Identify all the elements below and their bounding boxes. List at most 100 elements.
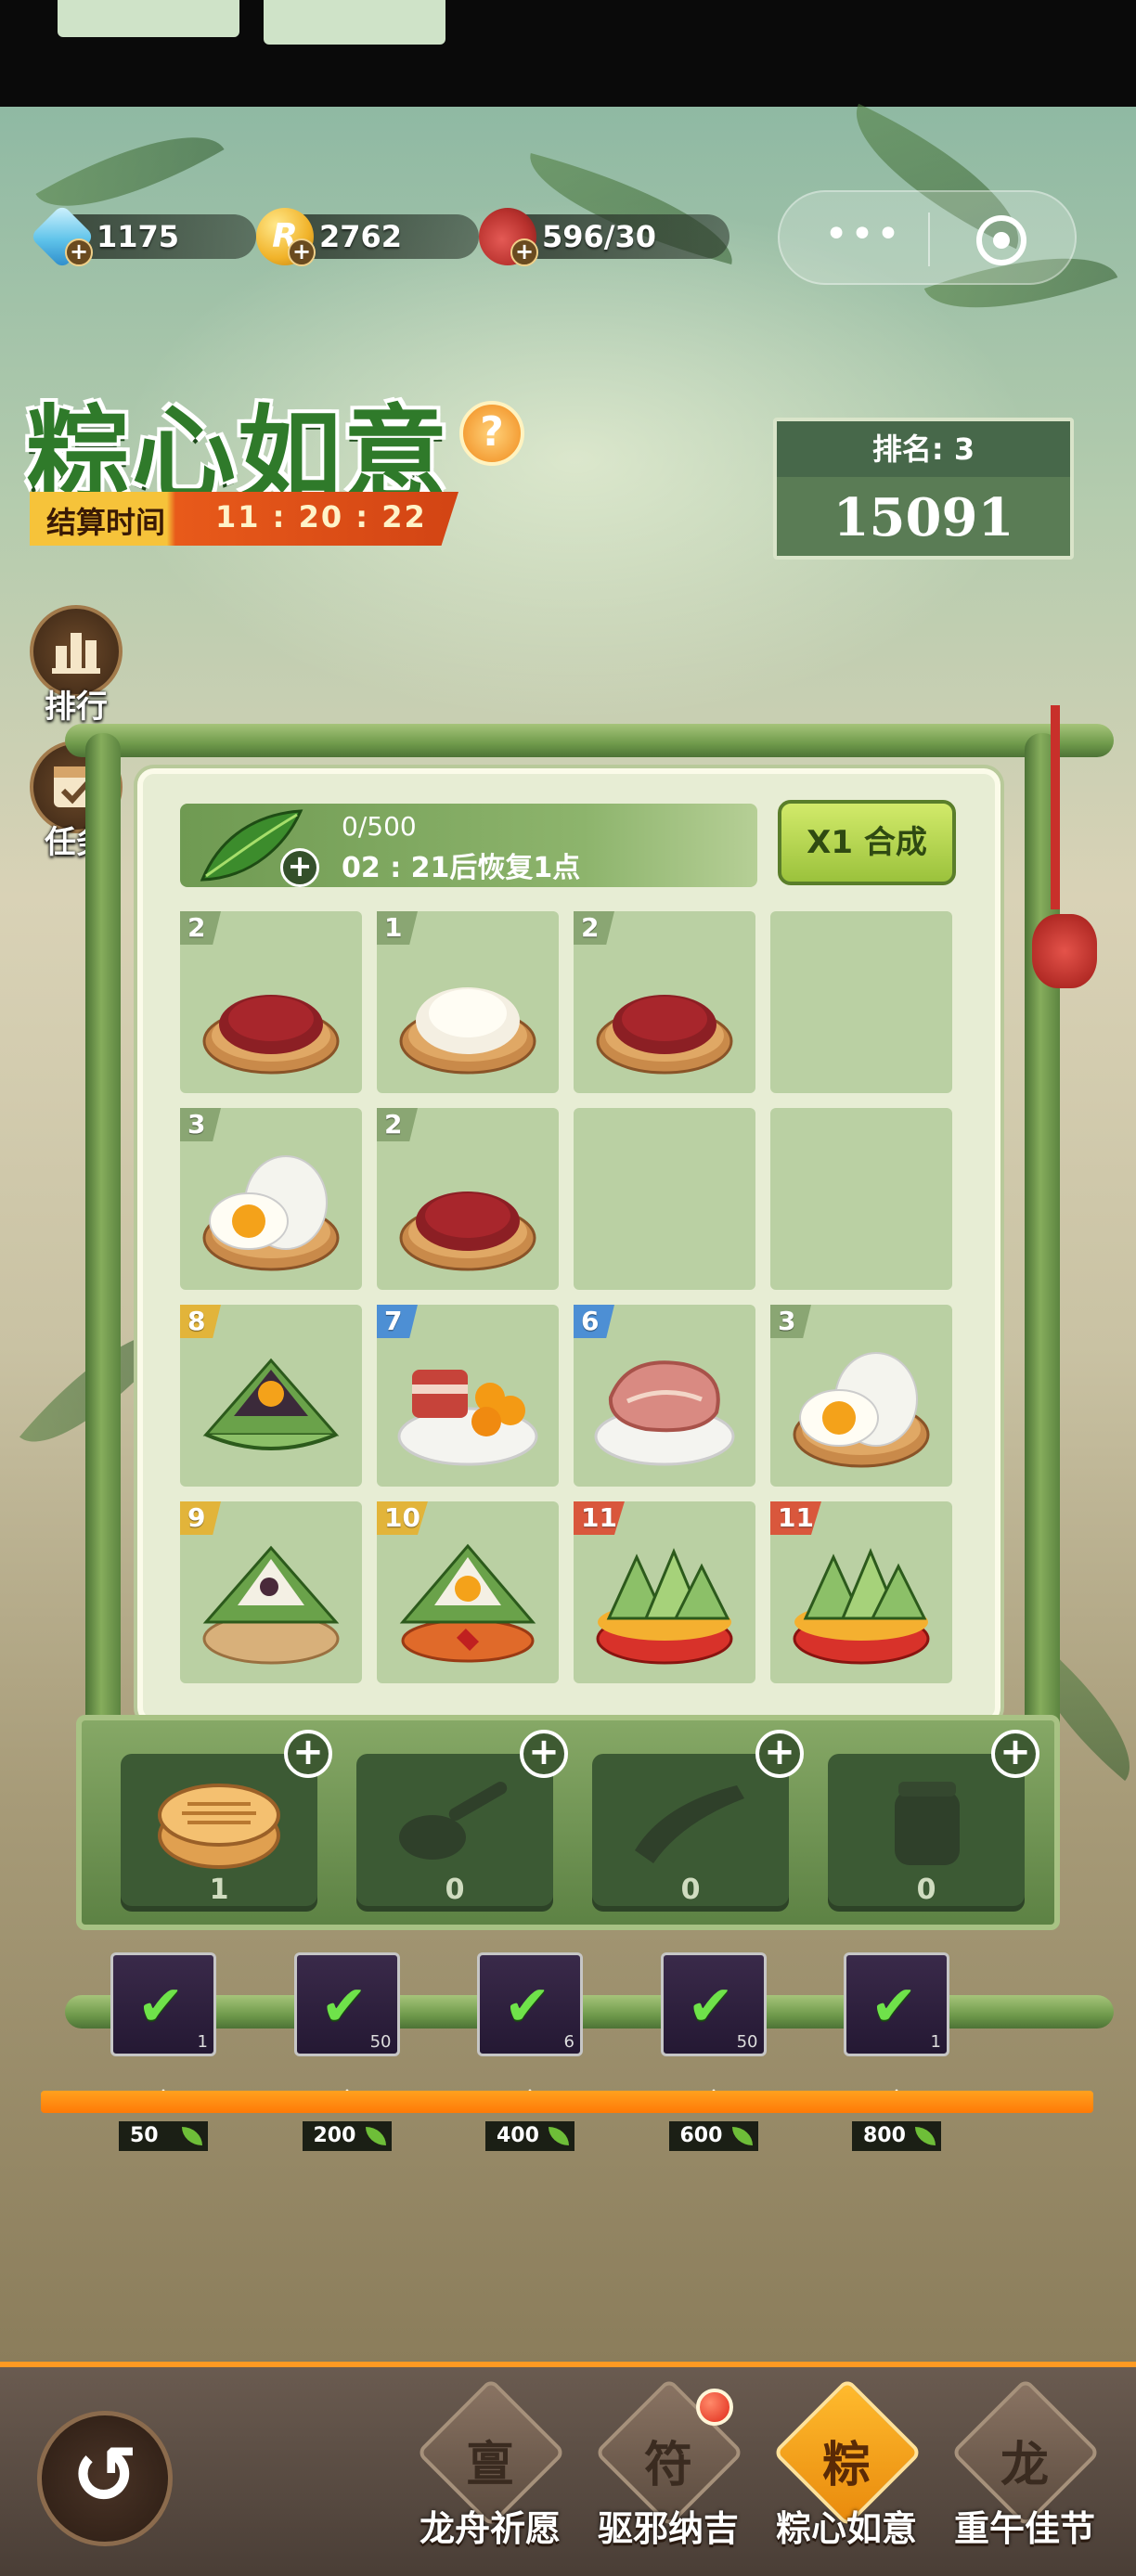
- diamond-counter[interactable]: + 1175: [29, 203, 256, 270]
- nav-emblem-icon: 龙: [1000, 2438, 1049, 2493]
- tool-slot[interactable]: 1 +: [121, 1730, 332, 1912]
- grid-cell[interactable]: 9: [180, 1501, 362, 1683]
- tool-count: 0: [680, 1874, 701, 1906]
- leaf-icon: [549, 2127, 569, 2145]
- reward-chest[interactable]: ✔ 50: [660, 1952, 767, 2056]
- red-bean-plate-icon: [596, 995, 733, 1075]
- grid-cell-empty[interactable]: [574, 1108, 755, 1290]
- milestone-threshold: 800: [863, 2124, 906, 2147]
- add-energy-button[interactable]: +: [280, 848, 319, 887]
- notification-dot: [696, 2389, 733, 2426]
- spatula-icon: [399, 1782, 508, 1860]
- back-button[interactable]: ↺: [37, 2411, 173, 2546]
- nav-emblem-icon: 符: [643, 2438, 692, 2493]
- milestone-label: 200: [302, 2121, 392, 2151]
- settlement-timer: 结算时间 11 : 20 : 22: [30, 492, 458, 546]
- stamina-value: 596/30: [542, 219, 657, 254]
- coin-counter[interactable]: R + 2762: [256, 208, 479, 266]
- bean-zongzi-icon: [202, 1545, 340, 1665]
- add-stamina-button[interactable]: +: [510, 238, 538, 266]
- rice-plate-icon: [399, 987, 536, 1075]
- nav-ward-evil[interactable]: 符驱邪纳吉: [585, 2377, 752, 2559]
- nav-emblem-icon: 亶: [465, 2438, 514, 2493]
- merge-panel: + 0/500 02 : 21后恢复1点 X1 合成 2 1 2 3 2 8 7 6 3 9 10 1…: [137, 768, 1000, 1724]
- reward-qty: 1: [930, 2032, 941, 2052]
- yolk-zongzi-icon: [202, 1358, 340, 1450]
- milestone-threshold: 50: [130, 2124, 159, 2147]
- more-menu-button[interactable]: •••: [817, 209, 910, 268]
- grid-cell-empty[interactable]: [770, 911, 952, 1093]
- grid-cell[interactable]: 1: [377, 911, 559, 1093]
- divider: [928, 213, 930, 266]
- milestone-label: 400: [485, 2121, 574, 2151]
- add-coin-button[interactable]: +: [288, 238, 316, 266]
- merge-button[interactable]: X1 合成: [778, 800, 956, 885]
- grid-cell-empty[interactable]: [770, 1108, 952, 1290]
- reward-chest[interactable]: ✔ 50: [293, 1952, 400, 2056]
- nav-double-fifth[interactable]: 龙重午佳节: [941, 2377, 1108, 2559]
- add-tool-button[interactable]: +: [755, 1730, 804, 1778]
- nav-emblem-icon: 粽: [821, 2438, 871, 2493]
- ghost-card: [58, 0, 239, 37]
- nav-zongzi-wish[interactable]: 粽粽心如意: [763, 2377, 930, 2559]
- grid-cell[interactable]: 6: [574, 1305, 755, 1487]
- grid-cell[interactable]: 3: [770, 1305, 952, 1487]
- add-tool-button[interactable]: +: [284, 1730, 332, 1778]
- grid-cell[interactable]: 7: [377, 1305, 559, 1487]
- milestone-label: 600: [668, 2121, 758, 2151]
- energy-recover-timer: 02 : 21后恢复1点: [342, 852, 581, 884]
- nav-label: 粽心如意: [775, 2508, 917, 2549]
- reward-chest[interactable]: ✔ 1: [110, 1952, 216, 2056]
- grid-cell[interactable]: 8: [180, 1305, 362, 1487]
- stamina-counter[interactable]: + 596/30: [479, 208, 729, 266]
- grid-cell[interactable]: 11: [574, 1501, 755, 1683]
- rank-label: 排名: 3: [777, 421, 1070, 477]
- tool-slot[interactable]: 0 +: [356, 1730, 568, 1912]
- red-bean-plate-icon: [202, 995, 340, 1075]
- grid-cell[interactable]: 2: [180, 911, 362, 1093]
- add-diamond-button[interactable]: +: [65, 238, 93, 266]
- check-icon: ✔: [137, 1974, 185, 2039]
- tool-count: 0: [916, 1874, 936, 1906]
- tool-slot[interactable]: 0 +: [828, 1730, 1039, 1912]
- grid-cell[interactable]: 10: [377, 1501, 559, 1683]
- bamboo-beam: [65, 1995, 1114, 2029]
- leaf-icon: [915, 2127, 936, 2145]
- miniprogram-capsule: •••: [778, 190, 1077, 285]
- energy-count: 0/500: [342, 811, 417, 842]
- energy-bar: + 0/500 02 : 21后恢复1点: [180, 804, 757, 887]
- nav-label: 龙舟祈愿: [419, 2508, 561, 2549]
- progress-track: [41, 2091, 1093, 2113]
- add-tool-button[interactable]: +: [991, 1730, 1039, 1778]
- pork-steak-icon: [594, 1360, 735, 1466]
- help-button[interactable]: ?: [459, 401, 524, 466]
- reward-chest[interactable]: ✔ 1: [844, 1952, 949, 2056]
- close-miniprogram-button[interactable]: [976, 215, 1026, 265]
- reward-qty: 6: [563, 2032, 574, 2052]
- reward-chest[interactable]: ✔ 6: [477, 1952, 583, 2056]
- rank-box[interactable]: 排名: 3 15091: [773, 418, 1074, 560]
- add-tool-button[interactable]: +: [520, 1730, 568, 1778]
- bamboo-beam: [65, 724, 1114, 757]
- milestone-label: 50: [119, 2121, 208, 2151]
- nav-label: 重午佳节: [953, 2508, 1095, 2549]
- zongzi-basket-icon: [596, 1548, 733, 1665]
- milestone-threshold: 400: [497, 2124, 539, 2147]
- grid-cell[interactable]: 2: [574, 911, 755, 1093]
- leaf-icon: [182, 2127, 202, 2145]
- tool-bar: 1 +0 +0 +0 +: [76, 1715, 1060, 1930]
- grid-cell[interactable]: 2: [377, 1108, 559, 1290]
- reward-qty: 1: [197, 2032, 208, 2052]
- reward-qty: 50: [736, 2032, 758, 2052]
- grid-cell[interactable]: 11: [770, 1501, 952, 1683]
- timer-label: 结算时间: [46, 505, 166, 540]
- reward-qty: 50: [369, 2032, 392, 2052]
- check-icon: ✔: [320, 1974, 368, 2039]
- grid-cell[interactable]: 3: [180, 1108, 362, 1290]
- red-bean-plate-icon: [399, 1191, 536, 1271]
- nav-dragon-boat-wish[interactable]: 亶龙舟祈愿: [407, 2377, 574, 2559]
- tool-slot[interactable]: 0 +: [592, 1730, 804, 1912]
- tool-count: 1: [209, 1874, 229, 1906]
- coin-value: 2762: [319, 219, 403, 254]
- milestone-label: 800: [852, 2121, 941, 2151]
